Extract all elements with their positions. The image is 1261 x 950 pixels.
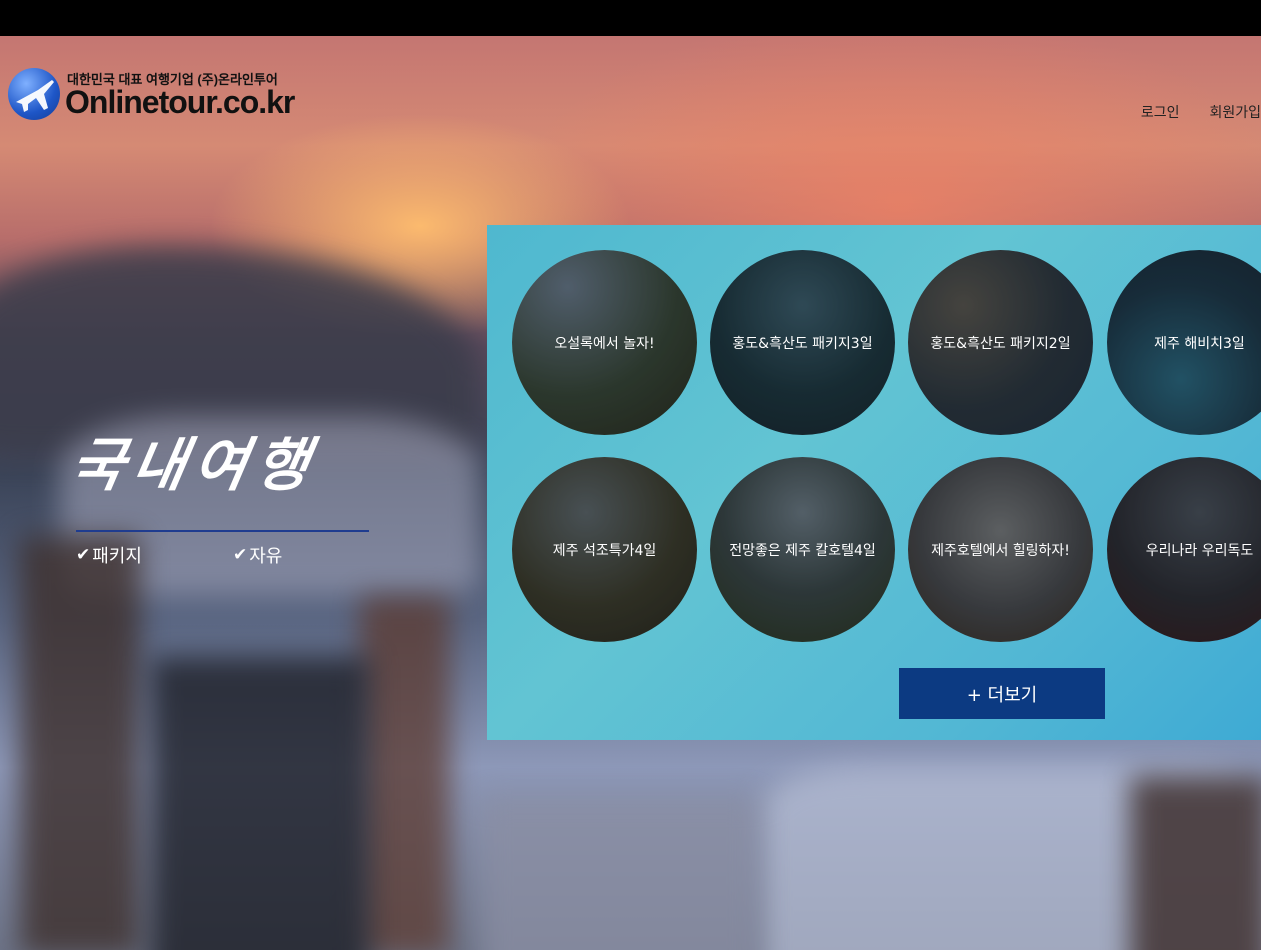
page-title: 국내여행 bbox=[65, 431, 323, 499]
product-label: 홍도&흑산도 패키지3일 bbox=[732, 335, 873, 352]
product-label: 전망좋은 제주 칼호텔4일 bbox=[729, 542, 876, 559]
product-card[interactable]: 제주 해비치3일 bbox=[1107, 250, 1261, 435]
product-label: 제주 해비치3일 bbox=[1154, 335, 1245, 352]
product-card[interactable]: 제주 석조특가4일 bbox=[512, 457, 697, 642]
login-link[interactable]: 로그인 bbox=[1141, 102, 1180, 122]
more-button[interactable]: + 더보기 bbox=[899, 668, 1105, 719]
background-pillar bbox=[20, 536, 140, 950]
checkmark-icon: ✔ bbox=[233, 545, 248, 565]
filter-label: 자유 bbox=[249, 546, 283, 567]
site-logo[interactable]: 대한민국 대표 여행기업 (주)온라인투어 Onlinetour.co.kr bbox=[8, 66, 295, 122]
product-label: 제주호텔에서 힐링하자! bbox=[931, 542, 1070, 559]
product-label: 홍도&흑산도 패키지2일 bbox=[930, 335, 1071, 352]
product-label: 우리나라 우리독도 bbox=[1145, 542, 1254, 559]
product-card[interactable]: 전망좋은 제주 칼호텔4일 bbox=[710, 457, 895, 642]
product-card[interactable]: 우리나라 우리독도 bbox=[1107, 457, 1261, 642]
top-nav: 로그인 회원가입 bbox=[1141, 102, 1261, 122]
product-panel: 오설록에서 놀자! 홍도&흑산도 패키지3일 홍도&흑산도 패키지2일 제주 해… bbox=[487, 225, 1261, 740]
signup-link[interactable]: 회원가입 bbox=[1209, 102, 1261, 122]
product-label: 제주 석조특가4일 bbox=[552, 542, 657, 559]
product-card[interactable]: 홍도&흑산도 패키지3일 bbox=[710, 250, 895, 435]
background-shadow bbox=[150, 656, 370, 950]
product-label: 오설록에서 놀자! bbox=[554, 335, 655, 352]
checkmark-icon: ✔ bbox=[76, 545, 91, 565]
filter-label: 패키지 bbox=[92, 546, 142, 567]
background-roof bbox=[480, 796, 760, 950]
background-pillar bbox=[360, 596, 450, 950]
filter-package[interactable]: ✔ 패키지 bbox=[76, 542, 142, 568]
background-shadow bbox=[1130, 776, 1261, 950]
product-card[interactable]: 오설록에서 놀자! bbox=[512, 250, 697, 435]
logo-name: Onlinetour.co.kr bbox=[65, 84, 295, 120]
page: 대한민국 대표 여행기업 (주)온라인투어 Onlinetour.co.kr 로… bbox=[0, 0, 1261, 950]
product-card[interactable]: 제주호텔에서 힐링하자! bbox=[908, 457, 1093, 642]
filter-free[interactable]: ✔ 자유 bbox=[233, 542, 282, 568]
top-black-bar bbox=[0, 0, 1261, 36]
title-divider bbox=[76, 530, 369, 532]
airplane-globe-icon bbox=[8, 68, 60, 120]
product-card[interactable]: 홍도&흑산도 패키지2일 bbox=[908, 250, 1093, 435]
